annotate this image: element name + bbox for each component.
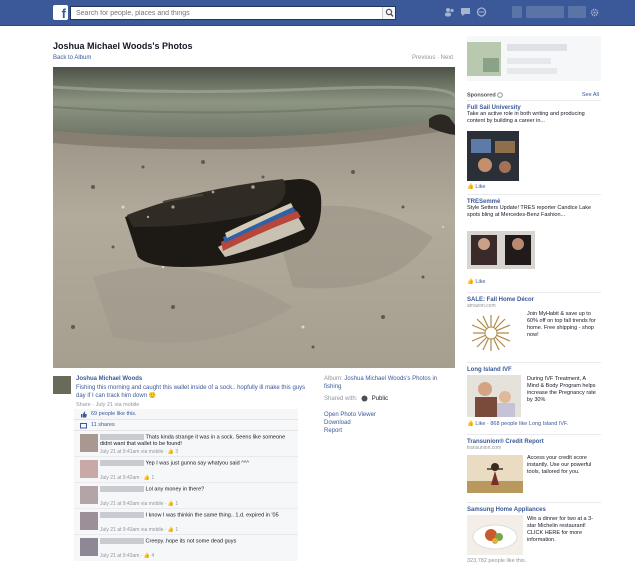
feedback-box: 69 people like this. 11 shares Thats kin… [74,409,298,561]
ad-image[interactable] [467,231,535,269]
report-link[interactable]: Report [324,427,454,435]
comment: Lol any money in there? July 21 at 9:42a… [74,483,298,509]
photo-actions: Open Photo Viewer Download Report [324,411,454,435]
commenter-avatar[interactable] [80,460,98,478]
post-caption: Fishing this morning and caught this wal… [76,385,306,399]
comment: Thats kinda strange it was in a sock. Se… [74,431,298,457]
poster-avatar[interactable] [53,376,71,394]
thumbs-up-icon [81,411,87,417]
back-to-album-link[interactable]: Back to Album [53,55,91,61]
shares-count[interactable]: 11 shares [91,422,115,428]
facebook-logo[interactable]: f [53,5,68,20]
comment-text: I know I was thinkin the same thing.. 1.… [145,512,279,519]
sponsored-header: Sponsored See All [467,92,601,98]
messages-icon[interactable] [460,7,471,17]
shares-summary[interactable]: 11 shares [74,420,298,431]
share-icon [80,422,87,428]
ad-likes-count: 323,782 people like this. [467,558,527,564]
profile-thumb[interactable] [512,6,522,18]
ad-fall-decor[interactable]: SALE: Fall Home Décor amazon.com Join My… [467,292,601,358]
home-link[interactable] [568,6,586,18]
comment: Yep I was just gunna say whatyou said ^^… [74,457,298,483]
search-button[interactable] [382,7,395,19]
settings-gear-icon[interactable] [590,8,599,17]
blurred-profile-card[interactable] [467,36,601,81]
photo-pager[interactable]: Previous · Next [412,55,453,61]
ad-host: transunion.com [467,445,502,451]
search-box[interactable] [70,6,396,20]
ad-image[interactable] [469,313,513,353]
likes-summary[interactable]: 69 people like this. [74,409,298,420]
notifications-icon[interactable] [476,7,487,17]
likes-count[interactable]: 69 people like this. [91,411,137,417]
album-row: Album: Joshua Michael Woods's Photos in … [324,375,454,391]
ad-text: Access your credit score instantly. Use … [527,455,592,475]
commenter-name[interactable] [100,486,144,492]
ad-title[interactable]: Long Island IVF [467,367,601,373]
ad-text: Style Setters Update! TRES reporter Cand… [467,205,592,218]
ad-samsung[interactable]: Samsung Home Appliances Win a dinner for… [467,502,601,564]
comment: Creepy..hope its not some dead guys July… [74,535,298,561]
commenter-name[interactable] [100,460,144,466]
ad-image[interactable] [467,131,519,181]
commenter-name[interactable] [100,512,144,518]
ad-image[interactable] [467,375,521,417]
commenter-avatar[interactable] [80,538,98,556]
ad-image[interactable] [467,455,523,493]
photo[interactable] [53,67,455,368]
comment-meta[interactable]: July 21 at 9:43am via mobile · 👍 1 [100,527,178,533]
ad-like-button[interactable]: 👍 Like [467,184,485,190]
ad-image[interactable] [467,515,523,555]
sponsored-info-icon[interactable] [497,92,504,98]
wallet-photo-image [53,67,455,368]
comment-text: Yep I was just gunna say whatyou said ^^… [145,460,249,467]
comment-text: Creepy..hope its not some dead guys [145,538,237,545]
ad-like-button[interactable]: 👍 Like [467,279,485,285]
commenter-avatar[interactable] [80,486,98,504]
ad-text: During IVF Treatment, A Mind & Body Prog… [527,376,596,403]
globe-icon [361,395,368,402]
see-all-link[interactable]: See All [582,92,599,98]
page-title: Joshua Michael Woods's Photos [53,41,193,51]
photo-side-info: Album: Joshua Michael Woods's Photos in … [324,375,454,435]
ad-host: amazon.com [467,303,496,309]
commenter-name[interactable] [100,434,144,440]
ad-title[interactable]: Samsung Home Appliances [467,507,601,513]
comment-meta[interactable]: July 21 at 9:42am via mobile · 👍 1 [100,501,178,507]
commenter-avatar[interactable] [80,512,98,530]
search-icon [385,8,394,17]
ad-full-sail[interactable]: Full Sail University Take an active role… [467,100,601,192]
comment-meta[interactable]: July 21 at 9:42am · 👍 1 [100,475,154,481]
album-label: Album: [324,376,343,382]
post-meta[interactable]: Share · July 21 via mobile [76,402,139,408]
poster-name-link[interactable]: Joshua Michael Woods [76,376,142,382]
ad-text: Join MyHabit & save up to 60% off on top… [527,311,596,338]
ad-like-button[interactable]: 👍 Like · 868 people like Long Island IVF… [467,421,568,427]
profile-name[interactable] [526,6,564,18]
ad-transunion[interactable]: Transunion® Credit Report transunion.com… [467,434,601,500]
ad-long-island-ivf[interactable]: Long Island IVF During IVF Treatment, A … [467,362,601,432]
ad-text: Win a dinner for two at a 3-star Micheli… [527,516,594,543]
commenter-name[interactable] [100,538,144,544]
friend-requests-icon[interactable] [444,7,455,17]
sponsored-label: Sponsored [467,92,496,99]
comment-meta[interactable]: July 21 at 9:41am via mobile · 👍 3 [100,449,178,455]
top-bar: f [0,0,635,26]
comment: I know I was thinkin the same thing.. 1.… [74,509,298,535]
open-photo-viewer-link[interactable]: Open Photo Viewer [324,411,454,419]
search-input[interactable] [71,7,371,19]
shared-with-label: Shared with: [324,396,358,403]
commenter-avatar[interactable] [80,434,98,452]
shared-with-row: Shared with: Public [324,395,454,403]
comment-meta[interactable]: July 21 at 9:43am · 👍 4 [100,553,154,559]
comment-text: Lol any money in there? [145,486,205,493]
download-link[interactable]: Download [324,419,454,427]
ad-tresemme[interactable]: TRESemmé Style Setters Update! TRES repo… [467,194,601,288]
ad-text: Take an active role in both writing and … [467,111,585,124]
privacy-value[interactable]: Public [372,396,388,402]
